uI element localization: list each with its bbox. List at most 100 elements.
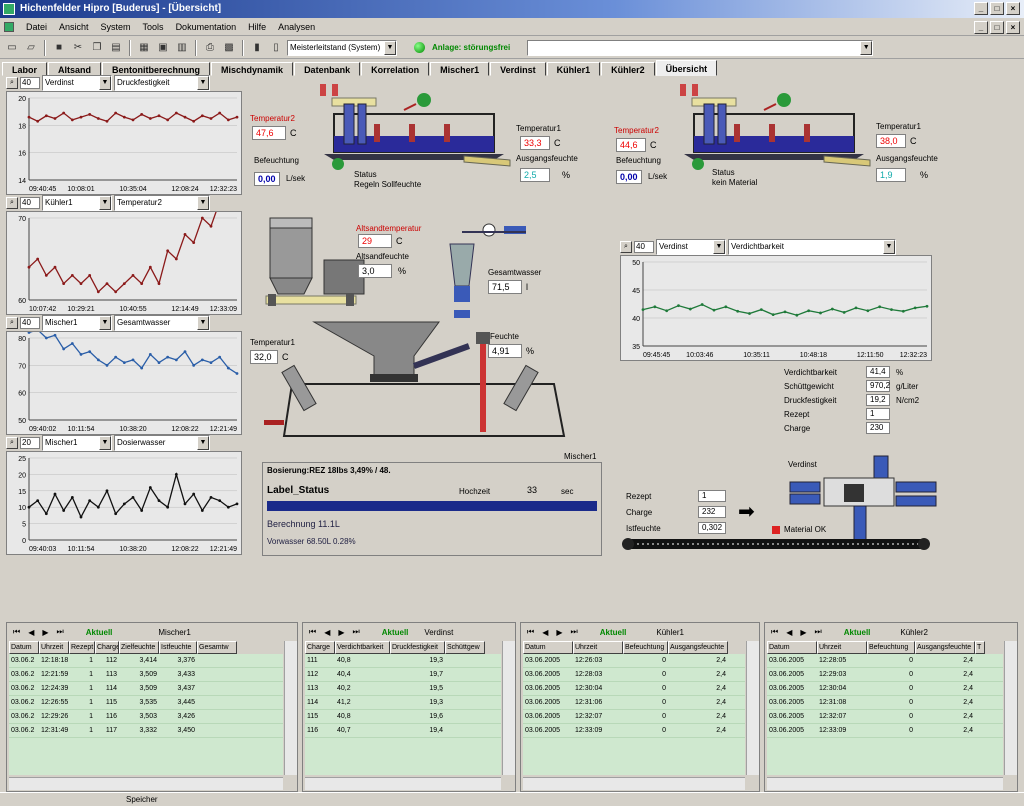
column-header[interactable]: Istfeuchte: [159, 641, 197, 654]
tab-mischer1[interactable]: Mischer1: [430, 62, 490, 76]
table-row[interactable]: 03.06.2005 12:33:09 0 2,4: [523, 724, 745, 738]
zoom-icon[interactable]: ⌕: [6, 317, 18, 329]
trend-param-select[interactable]: Druckfestigkeit ▼: [114, 75, 210, 91]
table-row[interactable]: 03.06.2 12:31:49 1 117 3,332 3,450: [9, 724, 283, 738]
table-row[interactable]: 03.06.2005 12:26:03 0 2,4: [523, 654, 745, 668]
vertical-scrollbar[interactable]: [746, 641, 759, 775]
tab-altsand[interactable]: Altsand: [48, 62, 102, 76]
trend-param-select[interactable]: Temperatur2 ▼: [114, 195, 210, 211]
table-row[interactable]: 03.06.2 12:18:18 1 112 3,414 3,376: [9, 654, 283, 668]
next-record-icon[interactable]: ▶: [338, 628, 344, 637]
column-header[interactable]: Befeuchtung: [867, 641, 915, 654]
table-row[interactable]: 03.06.2005 12:28:05 0 2,4: [767, 654, 1003, 668]
last-record-icon[interactable]: ⏭: [815, 627, 822, 637]
column-header[interactable]: Uhrzeit: [817, 641, 867, 654]
table-row[interactable]: 111 40,8 19,3: [305, 654, 501, 668]
user-combo[interactable]: Meisterleitstand (System) ▼: [287, 39, 397, 56]
trend-param-select[interactable]: Verdichtbarkeit ▼: [728, 239, 896, 255]
next-record-icon[interactable]: ▶: [800, 628, 806, 637]
mdi-minimize-button[interactable]: _: [974, 21, 988, 34]
grid-icon[interactable]: ▦: [136, 40, 152, 56]
data-table[interactable]: Charge Verdichtbarkeit Druckfestigkeit Schü…: [305, 641, 501, 775]
column-header[interactable]: Uhrzeit: [573, 641, 623, 654]
table-row[interactable]: 03.06.2 12:21:59 1 113 3,509 3,433: [9, 668, 283, 682]
column-header[interactable]: Rezept: [69, 641, 95, 654]
trend-range-spin[interactable]: 40: [634, 241, 654, 253]
prev-record-icon[interactable]: ◀: [542, 628, 548, 637]
table-row[interactable]: 03.06.2005 12:29:03 0 2,4: [767, 668, 1003, 682]
mdi-close-button[interactable]: ×: [1006, 21, 1020, 34]
chart-icon[interactable]: ▩: [221, 40, 237, 56]
trend-param-select[interactable]: Gesamtwasser ▼: [114, 315, 210, 331]
zoom-icon[interactable]: ⌕: [6, 197, 18, 209]
first-record-icon[interactable]: ⏮: [309, 627, 316, 637]
table-row[interactable]: 116 40,7 19,4: [305, 724, 501, 738]
mdi-restore-button[interactable]: □: [990, 21, 1004, 34]
trend-source-select[interactable]: Verdinst ▼: [656, 239, 726, 255]
last-record-icon[interactable]: ⏭: [571, 627, 578, 637]
column-header[interactable]: Schüttgew: [445, 641, 485, 654]
column-header[interactable]: Charge: [305, 641, 335, 654]
book-icon[interactable]: ▮: [249, 40, 265, 56]
trend-source-select[interactable]: Mischer1 ▼: [42, 315, 112, 331]
menu-datei[interactable]: Datei: [26, 22, 47, 32]
first-record-icon[interactable]: ⏮: [527, 627, 534, 637]
tab-kuehler2[interactable]: Kühler2: [601, 62, 655, 76]
prev-record-icon[interactable]: ◀: [786, 628, 792, 637]
save-icon[interactable]: ■: [51, 40, 67, 56]
tab-labor[interactable]: Labor: [2, 62, 48, 76]
first-record-icon[interactable]: ⏮: [771, 627, 778, 637]
last-record-icon[interactable]: ⏭: [353, 627, 360, 637]
trend-range-spin[interactable]: 40: [20, 317, 40, 329]
column-header[interactable]: Gesamtw: [197, 641, 237, 654]
column-header[interactable]: Ausgangsfeuchte: [915, 641, 975, 654]
panel-icon[interactable]: ▥: [174, 40, 190, 56]
column-header[interactable]: Datum: [9, 641, 39, 654]
minimize-button[interactable]: _: [974, 2, 988, 15]
tab-bentonitberechnung[interactable]: Bentonitberechnung: [102, 62, 211, 76]
table-row[interactable]: 03.06.2005 12:30:04 0 2,4: [767, 682, 1003, 696]
tab-verdinst[interactable]: Verdinst: [490, 62, 546, 76]
vertical-scrollbar[interactable]: [1004, 641, 1017, 775]
vertical-scrollbar[interactable]: [284, 641, 297, 775]
tab-korrelation[interactable]: Korrelation: [361, 62, 430, 76]
column-header[interactable]: Zielfeuchte: [119, 641, 159, 654]
table-row[interactable]: 03.06.2005 12:28:03 0 2,4: [523, 668, 745, 682]
column-header[interactable]: Datum: [767, 641, 817, 654]
tab-uebersicht[interactable]: Übersicht: [655, 60, 718, 76]
horizontal-scrollbar[interactable]: [767, 777, 1003, 790]
menu-hilfe[interactable]: Hilfe: [248, 22, 266, 32]
menu-system[interactable]: System: [101, 22, 131, 32]
menu-analysen[interactable]: Analysen: [278, 22, 315, 32]
trend-range-spin[interactable]: 20: [20, 437, 40, 449]
message-combo[interactable]: ▼: [527, 39, 874, 56]
table-row[interactable]: 112 40,4 19,7: [305, 668, 501, 682]
column-header[interactable]: Ausgangsfeuchte: [668, 641, 728, 654]
table-row[interactable]: 03.06.2005 12:31:06 0 2,4: [523, 696, 745, 710]
zoom-icon[interactable]: ⌕: [6, 437, 18, 449]
table-row[interactable]: 115 40,8 19,6: [305, 710, 501, 724]
zoom-icon[interactable]: ⌕: [6, 77, 18, 89]
data-table[interactable]: Datum Uhrzeit Rezept Charge Zielfeuchte Istfe…: [9, 641, 283, 775]
tab-kuehler1[interactable]: Kühler1: [546, 62, 601, 76]
table-row[interactable]: 03.06.2005 12:32:07 0 2,4: [767, 710, 1003, 724]
new-icon[interactable]: ▭: [4, 40, 20, 56]
vertical-scrollbar[interactable]: [502, 641, 515, 775]
table-row[interactable]: 03.06.2 12:26:55 1 115 3,535 3,445: [9, 696, 283, 710]
next-record-icon[interactable]: ▶: [556, 628, 562, 637]
copy-icon[interactable]: ❐: [89, 40, 105, 56]
last-record-icon[interactable]: ⏭: [57, 627, 64, 637]
data-table[interactable]: Datum Uhrzeit Befeuchtung Ausgangsfeuchte T 0…: [767, 641, 1003, 775]
trend-source-select[interactable]: Mischer1 ▼: [42, 435, 112, 451]
table-row[interactable]: 03.06.2 12:24:39 1 114 3,509 3,437: [9, 682, 283, 696]
column-header[interactable]: Verdichtbarkeit: [335, 641, 390, 654]
horizontal-scrollbar[interactable]: [523, 777, 745, 790]
cut-icon[interactable]: ✂: [70, 40, 86, 56]
table-row[interactable]: 03.06.2005 12:30:04 0 2,4: [523, 682, 745, 696]
table-row[interactable]: 03.06.2 12:29:26 1 116 3,503 3,426: [9, 710, 283, 724]
print-icon[interactable]: ⎙: [202, 40, 218, 56]
column-header[interactable]: Uhrzeit: [39, 641, 69, 654]
horizontal-scrollbar[interactable]: [305, 777, 501, 790]
table-row[interactable]: 114 41,2 19,3: [305, 696, 501, 710]
table-row[interactable]: 03.06.2005 12:31:08 0 2,4: [767, 696, 1003, 710]
